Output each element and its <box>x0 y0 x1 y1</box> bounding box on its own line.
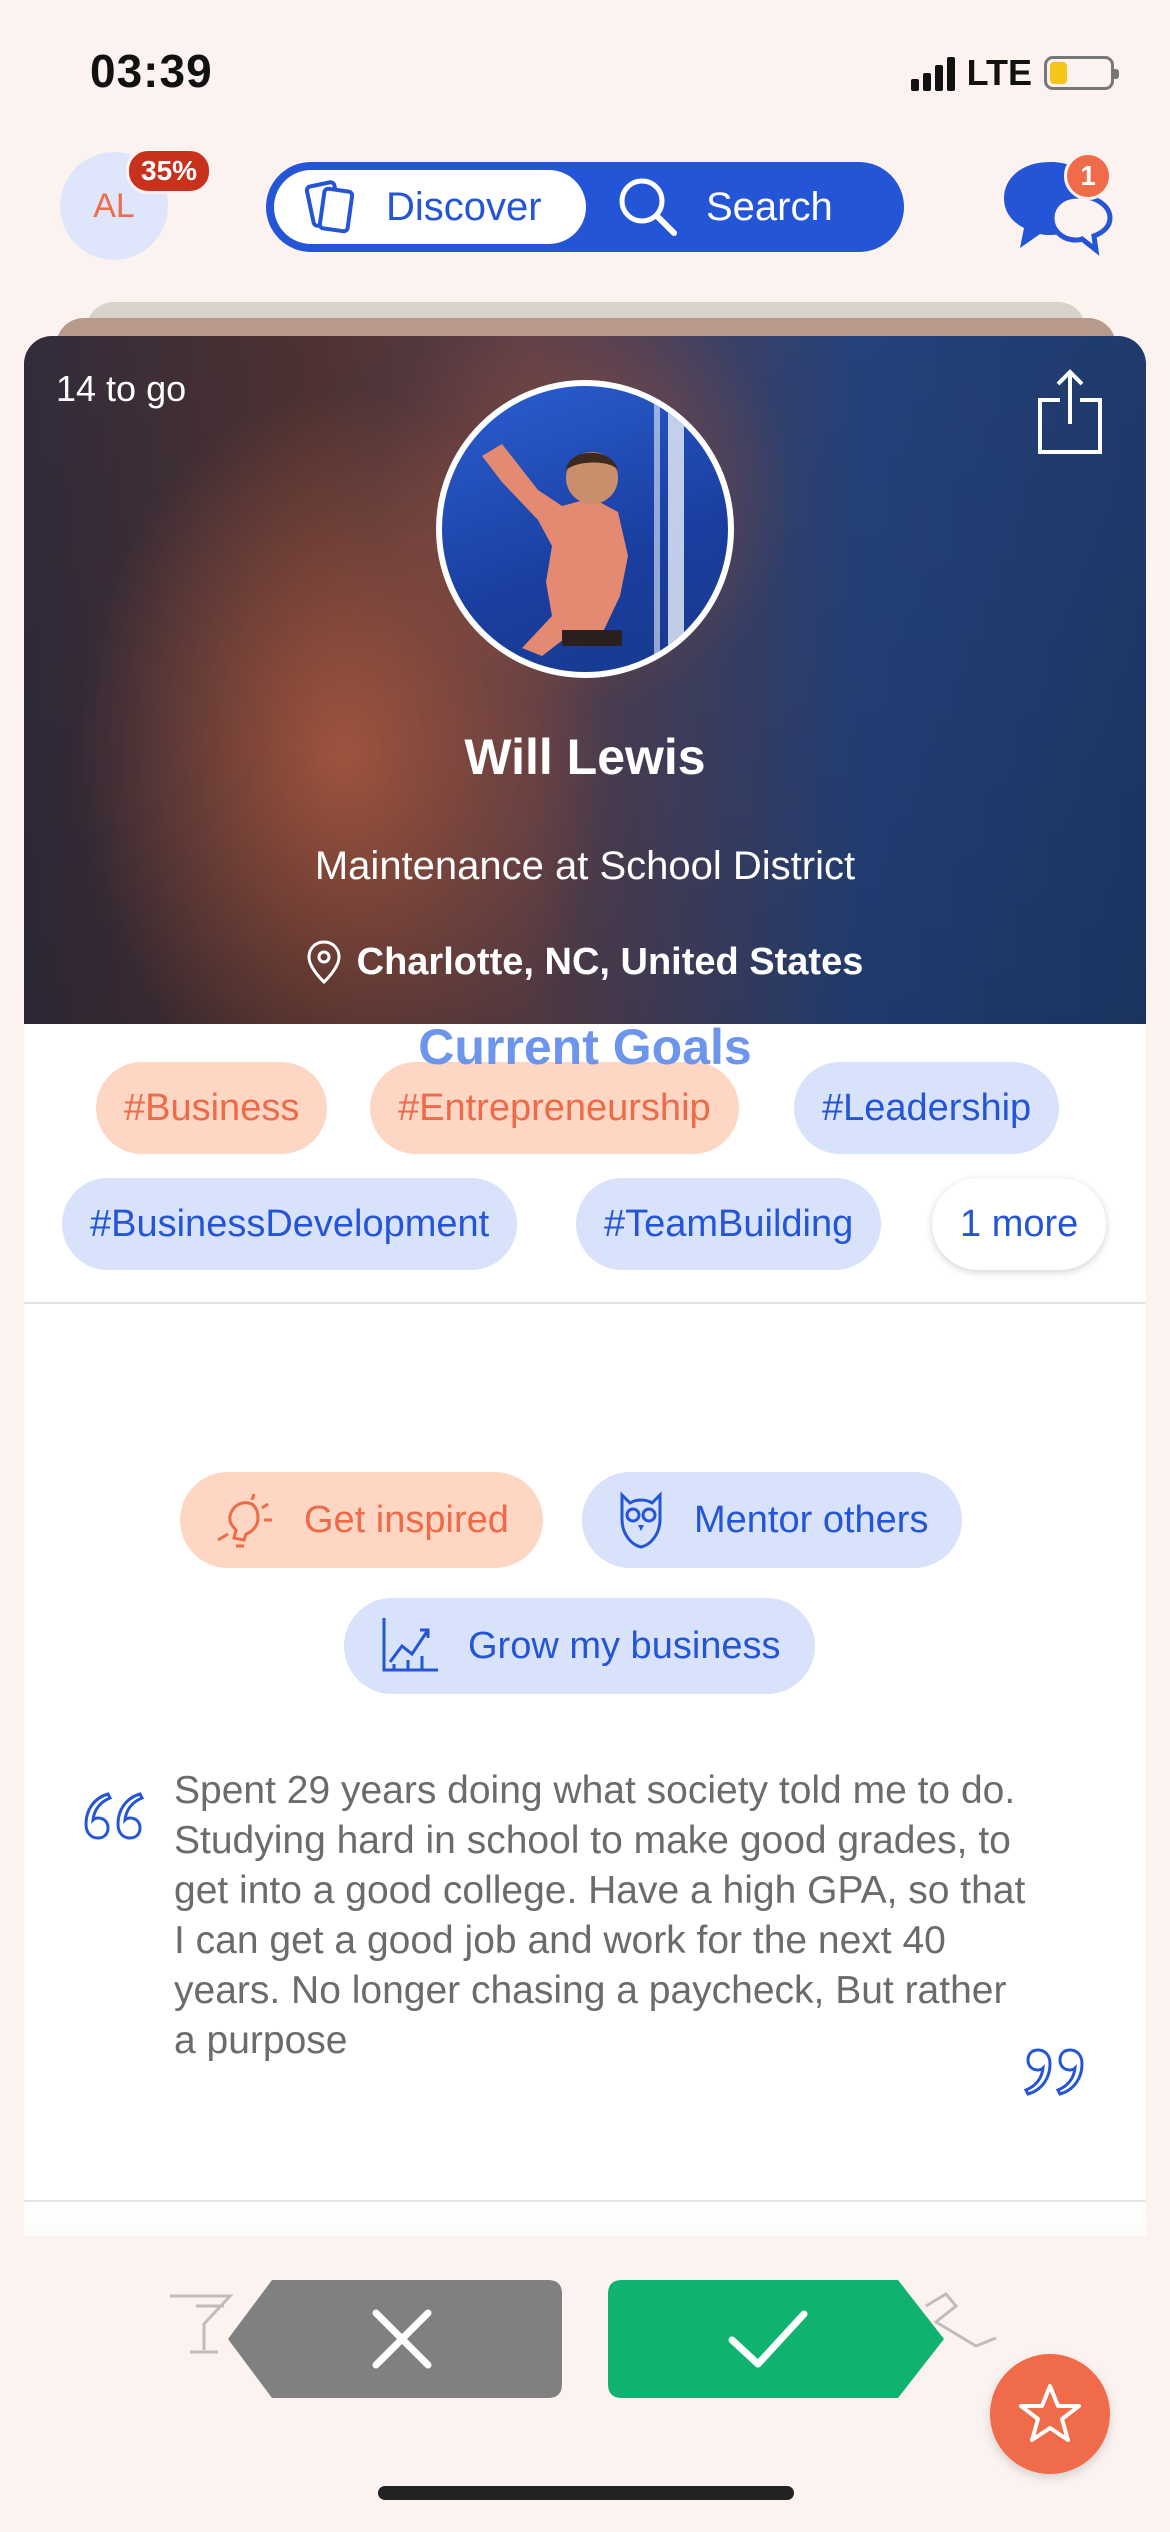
tag-business-development[interactable]: #BusinessDevelopment <box>62 1178 518 1270</box>
signal-icon <box>910 55 955 91</box>
tab-discover[interactable]: Discover <box>274 170 586 244</box>
profile-hero: 14 to go Will Lewis Maintenance at Schoo… <box>24 336 1146 1024</box>
status-bar: 03:39 LTE <box>0 0 1170 140</box>
goal-get-inspired: Get inspired <box>180 1472 543 1568</box>
profile-card[interactable]: 14 to go Will Lewis Maintenance at Schoo… <box>24 336 1146 2236</box>
tag-team-building[interactable]: #TeamBuilding <box>576 1178 882 1270</box>
messages-badge: 1 <box>1064 152 1112 200</box>
goal-mentor-others: Mentor others <box>582 1472 963 1568</box>
location-label: Charlotte, NC, United States <box>356 940 864 983</box>
profile-progress-badge: 35% <box>126 148 213 194</box>
search-icon <box>619 178 677 236</box>
goals-title: Current Goals <box>418 1019 752 1075</box>
remaining-count: 14 to go <box>56 368 187 409</box>
bio-quote: Spent 29 years doing what society told m… <box>174 1769 1026 2062</box>
lightbulb-icon <box>217 1493 272 1548</box>
status-indicators: LTE <box>910 52 1119 94</box>
goal-label: Grow my business <box>468 1624 781 1667</box>
bottom-fade <box>0 2200 1170 2532</box>
goal-label: Get inspired <box>304 1498 509 1541</box>
network-label: LTE <box>966 52 1032 93</box>
cards-icon <box>304 180 355 234</box>
share-icon[interactable] <box>1034 366 1106 458</box>
battery-icon <box>1044 56 1119 90</box>
quote-close-icon <box>1023 2048 1084 2096</box>
location-pin-icon <box>307 940 341 984</box>
profile-location: Charlotte, NC, United States <box>24 940 1146 984</box>
home-indicator <box>378 2486 794 2500</box>
status-time: 03:39 <box>90 45 213 97</box>
tab-search-label: Search <box>706 184 833 229</box>
profile-job: Maintenance at School District <box>314 844 856 888</box>
favorite-button[interactable] <box>990 2354 1110 2474</box>
quote-open-icon <box>84 1792 145 1840</box>
owl-icon <box>620 1491 662 1549</box>
goal-label: Mentor others <box>694 1498 929 1541</box>
tab-search[interactable]: Search <box>616 170 833 244</box>
avatar-initials: AL <box>93 186 135 225</box>
profile-photo <box>436 380 734 678</box>
growth-chart-icon <box>382 1618 438 1672</box>
reject-button[interactable] <box>228 2280 562 2398</box>
accept-button[interactable] <box>608 2280 944 2398</box>
tab-discover-label: Discover <box>386 184 542 229</box>
tags-more-button[interactable]: 1 more <box>932 1178 1107 1270</box>
discover-search-toggle: Discover Search <box>266 162 904 252</box>
divider <box>24 1302 1146 1304</box>
star-icon <box>1019 2384 1081 2442</box>
goal-grow-my-business: Grow my business <box>344 1598 815 1694</box>
profile-name: Will Lewis <box>464 729 706 785</box>
